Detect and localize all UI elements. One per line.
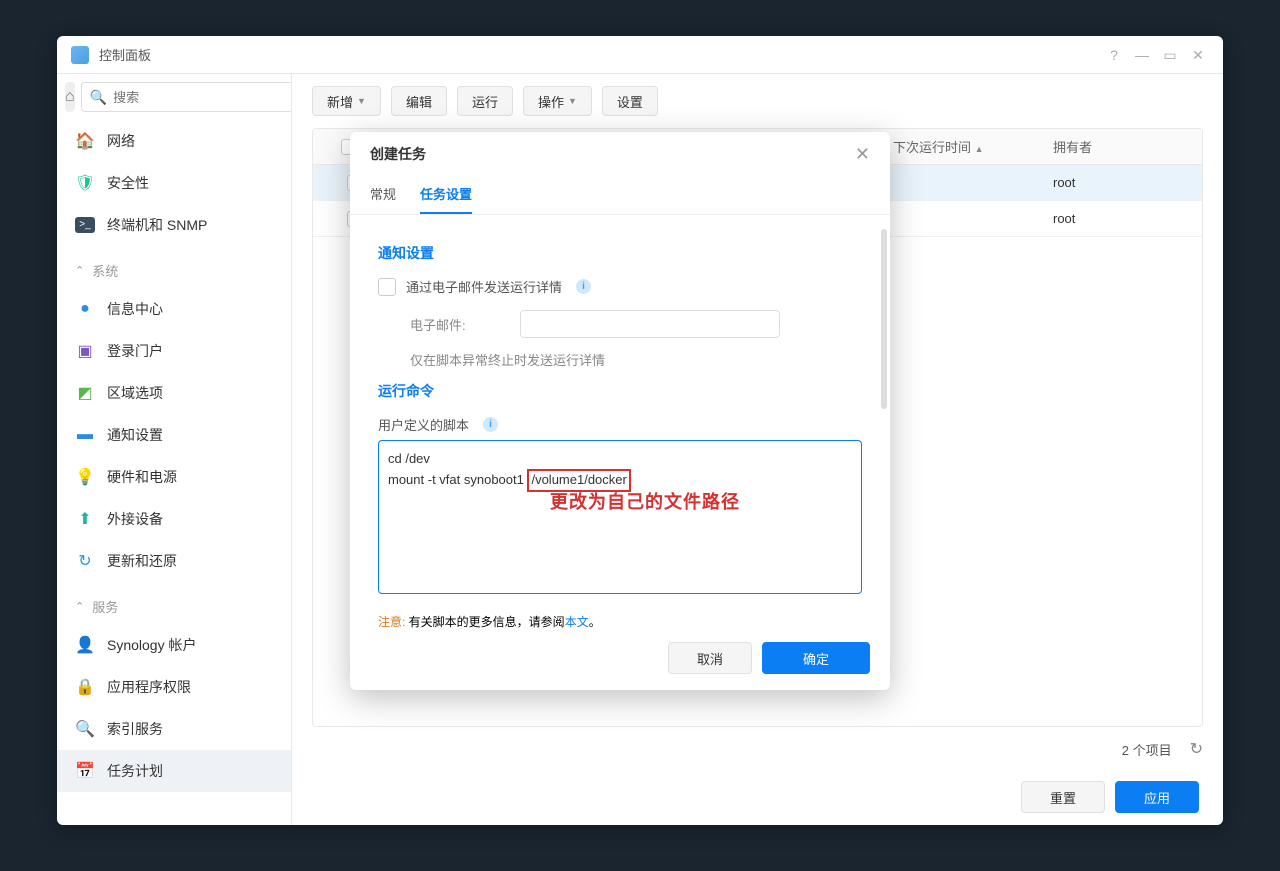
toolbar: 新增▼ 编辑 运行 操作▼ 设置: [312, 86, 1203, 116]
new-button[interactable]: 新增▼: [312, 86, 381, 116]
col-next[interactable]: 下次运行时间 ▲: [883, 137, 1043, 156]
sidebar-item-portal[interactable]: ▣登录门户: [57, 330, 291, 372]
info-icon: ●: [75, 299, 95, 319]
index-icon: 🔍: [75, 719, 95, 739]
tab-general[interactable]: 常规: [370, 176, 396, 214]
sidebar-item-notify[interactable]: ▬通知设置: [57, 414, 291, 456]
portal-icon: ▣: [75, 341, 95, 361]
shield-icon: 🛡: [75, 173, 95, 193]
script-note: 注意: 有关脚本的更多信息，请参阅本文。: [378, 613, 862, 630]
ok-button[interactable]: 确定: [762, 642, 870, 674]
chevron-down-icon: ▼: [357, 96, 366, 106]
run-button[interactable]: 运行: [457, 86, 513, 116]
edit-button[interactable]: 编辑: [391, 86, 447, 116]
sidebar-item-terminal[interactable]: >_终端机和 SNMP: [57, 204, 291, 246]
sidebar-item-info[interactable]: ●信息中心: [57, 288, 291, 330]
info-icon[interactable]: i: [576, 279, 591, 294]
home-icon[interactable]: ⌂: [65, 82, 75, 112]
email-field[interactable]: [520, 310, 780, 338]
close-icon[interactable]: ✕: [1187, 44, 1209, 66]
titlebar: 控制面板 ? — ▭ ✕: [57, 36, 1223, 74]
terminal-icon: >_: [75, 217, 95, 233]
script-textarea[interactable]: [378, 440, 862, 594]
sidebar: ⌂ 🔍 🏠网络 🛡安全性 >_终端机和 SNMP ⌃系统 ●信息中心 ▣登录门户…: [57, 74, 292, 825]
window-title: 控制面板: [99, 45, 1097, 64]
search-icon: 🔍: [90, 89, 107, 106]
sidebar-group-system[interactable]: ⌃系统: [57, 252, 291, 288]
sidebar-item-index[interactable]: 🔍索引服务: [57, 708, 291, 750]
item-count: 2 个项目: [1122, 740, 1172, 759]
sidebar-item-scheduler[interactable]: 📅任务计划: [57, 750, 291, 792]
sidebar-group-service[interactable]: ⌃服务: [57, 588, 291, 624]
notify-icon: ▬: [75, 425, 95, 445]
sort-asc-icon: ▲: [975, 144, 984, 154]
reset-button[interactable]: 重置: [1021, 781, 1105, 813]
modal-title: 创建任务: [370, 144, 855, 164]
app-icon: [71, 46, 89, 64]
update-icon: ↻: [75, 551, 95, 571]
email-label: 电子邮件:: [410, 315, 520, 334]
settings-button[interactable]: 设置: [602, 86, 658, 116]
search-field[interactable]: [113, 90, 289, 105]
refresh-icon[interactable]: ↻: [1190, 739, 1203, 759]
col-owner[interactable]: 拥有者: [1043, 137, 1202, 156]
create-task-modal: 创建任务 ✕ 常规 任务设置 通知设置 通过电子邮件发送运行详情 i 电子邮件:…: [350, 132, 890, 690]
cancel-button[interactable]: 取消: [668, 642, 752, 674]
sidebar-item-syno-account[interactable]: 👤Synology 帐户: [57, 624, 291, 666]
chevron-up-icon: ⌃: [75, 600, 84, 613]
lock-icon: 🔒: [75, 677, 95, 697]
sidebar-item-external[interactable]: ⬆外接设备: [57, 498, 291, 540]
section-cmd: 运行命令: [378, 381, 862, 401]
sidebar-item-security[interactable]: 🛡安全性: [57, 162, 291, 204]
sidebar-item-region[interactable]: ◩区域选项: [57, 372, 291, 414]
info-icon[interactable]: i: [483, 417, 498, 432]
search-input[interactable]: 🔍: [81, 82, 292, 112]
maximize-icon[interactable]: ▭: [1159, 44, 1181, 66]
table-footer: 2 个项目 ↻: [312, 727, 1203, 771]
email-checkbox[interactable]: [378, 278, 396, 296]
action-button[interactable]: 操作▼: [523, 86, 592, 116]
minimize-icon[interactable]: —: [1131, 44, 1153, 66]
script-label: 用户定义的脚本: [378, 415, 469, 434]
account-icon: 👤: [75, 635, 95, 655]
calendar-icon: 📅: [75, 761, 95, 781]
hardware-icon: 💡: [75, 467, 95, 487]
external-icon: ⬆: [75, 509, 95, 529]
doc-link[interactable]: 本文: [565, 615, 589, 629]
help-icon[interactable]: ?: [1103, 44, 1125, 66]
scrollbar[interactable]: [881, 229, 887, 409]
chevron-up-icon: ⌃: [75, 264, 84, 277]
region-icon: ◩: [75, 383, 95, 403]
sidebar-item-hardware[interactable]: 💡硬件和电源: [57, 456, 291, 498]
network-icon: 🏠: [75, 131, 95, 151]
chevron-down-icon: ▼: [568, 96, 577, 106]
modal-close-icon[interactable]: ✕: [855, 144, 870, 165]
section-notify: 通知设置: [378, 243, 862, 263]
sidebar-item-update[interactable]: ↻更新和还原: [57, 540, 291, 582]
tab-task-settings[interactable]: 任务设置: [420, 176, 472, 214]
sidebar-item-app-perm[interactable]: 🔒应用程序权限: [57, 666, 291, 708]
sidebar-item-network[interactable]: 🏠网络: [57, 120, 291, 162]
apply-button[interactable]: 应用: [1115, 781, 1199, 813]
